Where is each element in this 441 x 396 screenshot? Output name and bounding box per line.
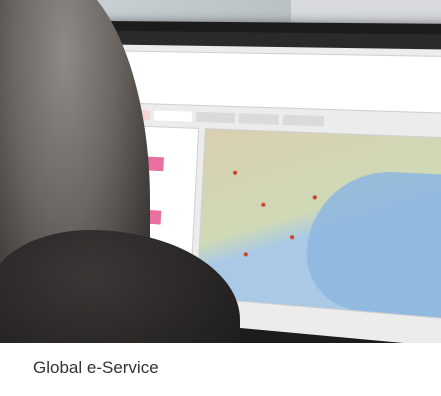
tab — [153, 110, 193, 122]
map-pin-icon — [243, 252, 248, 257]
map-pin-icon — [312, 195, 317, 200]
map-pin-icon — [261, 202, 266, 207]
tab — [238, 113, 280, 125]
map-pin-icon — [232, 170, 238, 175]
map-pin-icon — [289, 235, 295, 240]
caption: Global e-Service — [33, 358, 159, 377]
browser-bar — [110, 30, 441, 50]
header-panel — [113, 50, 441, 114]
map-view — [196, 128, 441, 319]
map-water — [304, 167, 441, 318]
tab — [195, 111, 236, 124]
photo-office-monitor — [0, 0, 441, 343]
tab — [282, 114, 325, 127]
